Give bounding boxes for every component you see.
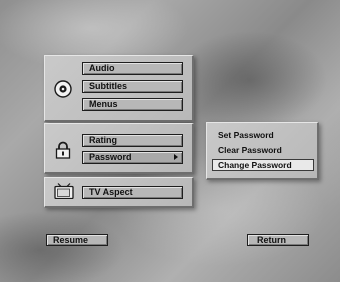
padlock-icon: [55, 141, 71, 159]
parental-panel: Rating Password: [44, 123, 194, 174]
dvd-setup-screen: Audio Subtitles Menus Rating Password TV…: [0, 0, 340, 282]
menus-button[interactable]: Menus: [82, 98, 183, 111]
change-password-item[interactable]: Change Password: [212, 159, 314, 171]
password-button-label: Password: [89, 152, 132, 162]
clear-password-item[interactable]: Clear Password: [212, 144, 314, 156]
submenu-arrow-icon: [174, 154, 178, 160]
password-submenu: Set Password Clear Password Change Passw…: [206, 122, 319, 180]
set-password-item[interactable]: Set Password: [212, 129, 314, 141]
return-button[interactable]: Return: [247, 234, 309, 246]
password-button[interactable]: Password: [82, 151, 183, 164]
subtitles-button[interactable]: Subtitles: [82, 80, 183, 93]
tv-aspect-button[interactable]: TV Aspect: [82, 186, 183, 199]
tv-icon: [54, 183, 74, 199]
display-panel: TV Aspect: [44, 177, 194, 208]
rating-button[interactable]: Rating: [82, 134, 183, 147]
dvd-disc-icon: [54, 80, 72, 98]
resume-button[interactable]: Resume: [46, 234, 108, 246]
audio-button[interactable]: Audio: [82, 62, 183, 75]
disc-settings-panel: Audio Subtitles Menus: [44, 55, 194, 122]
